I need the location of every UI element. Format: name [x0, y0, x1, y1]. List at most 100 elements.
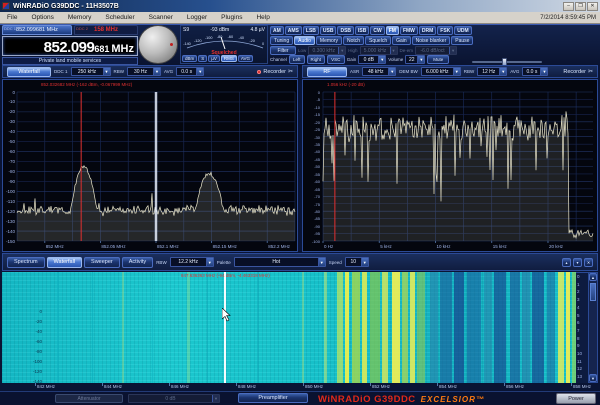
control-button-notch[interactable]: Notch: [342, 36, 365, 45]
chevron-down-icon: ▼: [378, 56, 386, 63]
menu-item-memory[interactable]: Memory: [61, 14, 98, 21]
control-button-audio[interactable]: Audio: [294, 36, 315, 45]
mode-button-drm[interactable]: DRM: [418, 26, 437, 35]
y-tick-label: -25: [314, 127, 320, 133]
ddc2-tab[interactable]: DDC 2 158 MHz: [74, 25, 138, 35]
mode-button-lsb[interactable]: LSB: [302, 26, 319, 35]
control-button-squelch[interactable]: Squelch: [365, 36, 392, 45]
s-meter-arc: -140 -120 -100 -80 -60 -40 -20 0: [181, 33, 269, 50]
ddc-spectrum-panel[interactable]: 852.032682 MHz (-162 dBm, -0.067999 MHz)…: [2, 79, 298, 252]
waterfall-tab-spectrum[interactable]: Spectrum: [7, 256, 45, 268]
volume-select[interactable]: 22 ▼: [405, 55, 426, 64]
menu-item-help[interactable]: Help: [249, 14, 276, 21]
scroll-up-icon[interactable]: ▲: [589, 273, 597, 281]
ddc-bandwidth-select[interactable]: 250 kHz ▼: [70, 67, 111, 76]
maximize-button[interactable]: ❐: [575, 1, 586, 11]
dembw-select[interactable]: 6.000 kHz ▼: [420, 67, 461, 76]
attenuator-button[interactable]: Attenuator: [55, 394, 123, 403]
speed-select[interactable]: 10 ▼: [344, 257, 369, 267]
frequency-unit: MHz: [111, 43, 134, 55]
waterfall-signal-stripe: [257, 272, 259, 383]
y-tick-label: 0: [12, 89, 15, 95]
mode-button-udm[interactable]: UDM: [454, 26, 472, 35]
rbw-select[interactable]: 30 Hz ▼: [127, 67, 162, 76]
audio-spectrum-header: RF ASR 48 kHz ▼ DEM BW 6.000 kHz ▼ RBW 12 …: [302, 65, 598, 78]
waterfall-view-button[interactable]: Waterfall: [7, 66, 51, 77]
scissors-icon[interactable]: ✂: [288, 68, 293, 75]
waterfall-tab-sweeper[interactable]: Sweeper: [84, 256, 120, 268]
channel-right-button[interactable]: Right: [306, 55, 325, 64]
waterfall-signal-stripe: [440, 272, 452, 383]
avg-select[interactable]: 0.0 s ▼: [176, 67, 205, 76]
waterfall-tab-waterfall[interactable]: Waterfall: [46, 256, 83, 268]
tuning-knob-dot: [170, 43, 173, 46]
volume-slider[interactable]: [472, 58, 542, 66]
palette-select[interactable]: Hot ▼: [233, 257, 326, 267]
waterfall-signal-stripe: [324, 272, 327, 383]
gain-select[interactable]: 0 dB ▼: [358, 55, 387, 64]
mode-button-ams[interactable]: AMS: [284, 26, 302, 35]
smeter-button-s[interactable]: S: [198, 55, 208, 62]
control-button-gain[interactable]: Gain: [392, 36, 411, 45]
smeter-button-rms[interactable]: RMS: [220, 55, 237, 62]
menu-item-plugins[interactable]: Plugins: [214, 14, 249, 21]
waterfall-tool-button--[interactable]: ▾: [573, 257, 582, 267]
audio-recorder-button[interactable]: Recorder ✂: [563, 68, 593, 76]
control-button-tuning[interactable]: Tuning: [270, 36, 294, 45]
smeter-scale-label: 0: [261, 42, 265, 46]
minimize-button[interactable]: –: [563, 1, 574, 11]
preamplifier-button[interactable]: Preamplifier: [238, 393, 308, 403]
menu-item-file[interactable]: File: [0, 14, 24, 21]
control-button-pause[interactable]: Pause: [451, 36, 474, 45]
close-button[interactable]: ✕: [587, 1, 598, 11]
waterfall-scrollbar[interactable]: ▲ ▼: [588, 272, 598, 383]
control-button-noise-blanker[interactable]: Noise blanker: [411, 36, 451, 45]
mode-button-fmw[interactable]: FMW: [399, 26, 418, 35]
waterfall-tab-activity[interactable]: Activity: [121, 256, 154, 268]
waterfall-x-tick: 850 MHz: [305, 384, 324, 389]
menu-item-scanner[interactable]: Scanner: [142, 14, 180, 21]
asr-label: ASR: [350, 69, 360, 74]
power-button[interactable]: Power: [556, 393, 596, 404]
y-tick-label: -120: [5, 208, 15, 214]
mode-button-dsb[interactable]: DSB: [337, 26, 355, 35]
menu-item-logger[interactable]: Logger: [180, 14, 214, 21]
vsc-button[interactable]: VSC: [326, 55, 345, 64]
menu-item-scheduler[interactable]: Scheduler: [98, 14, 141, 21]
waterfall-display[interactable]: 847.636363 MHz (-94 dBm, -4.463318 MHz) …: [2, 272, 576, 383]
mode-button-fsk[interactable]: FSK: [437, 26, 454, 35]
waterfall-tool-button--[interactable]: ▴: [562, 257, 571, 267]
scrollbar-thumb[interactable]: [590, 283, 596, 301]
asr-select[interactable]: 48 kHz ▼: [362, 67, 397, 76]
y-tick-label: -70: [314, 194, 320, 200]
waterfall-level-tick: -80: [35, 349, 42, 354]
chevron-down-icon: ▼: [153, 68, 161, 75]
audio-avg-select[interactable]: 0.0 s ▼: [522, 67, 549, 76]
mode-button-cw[interactable]: CW: [370, 26, 385, 35]
axis-tick: [303, 383, 304, 386]
ddc-recorder-button[interactable]: Recorder ✂: [257, 68, 293, 75]
waterfall-tool-button--[interactable]: ✕: [584, 257, 593, 267]
audio-rbw-select[interactable]: 12 Hz ▼: [477, 67, 508, 76]
scissors-icon[interactable]: ✂: [588, 68, 593, 75]
audio-spectrum-panel[interactable]: 1.056 kHz (-20 dB) 0 -5 -10 -15 -20 -25 -30 -35…: [302, 79, 598, 252]
mode-button-usb[interactable]: USB: [319, 26, 337, 35]
frequency-display[interactable]: 852.099 681 MHz: [2, 36, 138, 56]
smeter-button-avg[interactable]: AVG: [237, 55, 254, 62]
y-tick-label: -65: [314, 186, 320, 192]
mute-button[interactable]: Mute: [427, 55, 450, 64]
filter-button[interactable]: Filter: [270, 46, 296, 55]
rf-button[interactable]: RF: [307, 66, 347, 77]
mode-button-isb[interactable]: ISB: [355, 26, 370, 35]
ddc1-tab[interactable]: DDC 1 852.099681 MHz: [2, 25, 72, 35]
attenuator-select[interactable]: 0 dB ▼: [128, 394, 220, 403]
waterfall-rbw-select[interactable]: 12.2 kHz ▼: [169, 257, 214, 267]
channel-left-button[interactable]: Left: [288, 55, 305, 64]
scroll-down-icon[interactable]: ▼: [589, 374, 597, 382]
smeter-button--v[interactable]: µV: [208, 55, 220, 62]
mode-button-am[interactable]: AM: [270, 26, 284, 35]
control-button-memory[interactable]: Memory: [315, 36, 342, 45]
mode-button-fm[interactable]: FM: [385, 26, 399, 35]
smeter-button-dbm[interactable]: dBm: [182, 55, 198, 62]
menu-item-options[interactable]: Options: [24, 14, 60, 21]
